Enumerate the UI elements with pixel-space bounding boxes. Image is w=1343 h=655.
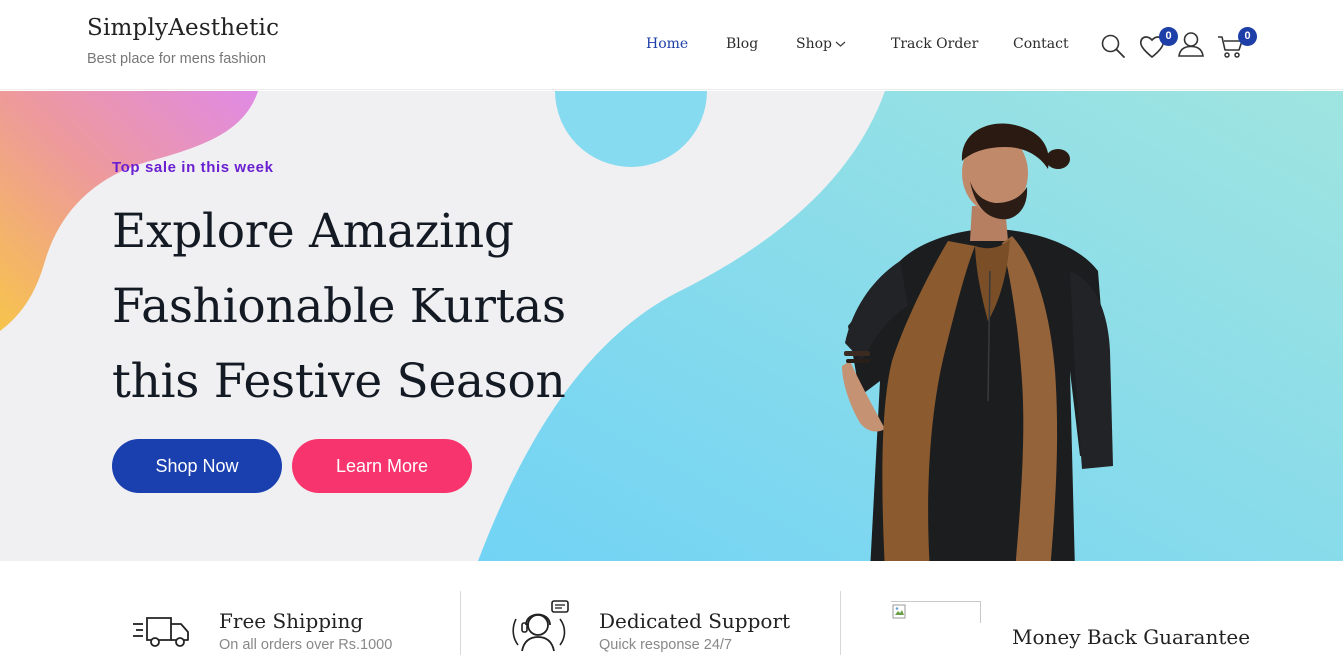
nav-contact[interactable]: Contact	[1013, 36, 1069, 52]
hero-title: Explore Amazing Fashionable Kurtas this …	[112, 194, 672, 419]
shop-now-button[interactable]: Shop Now	[112, 439, 282, 493]
feature-title-shipping: Free Shipping	[219, 609, 364, 633]
broken-image-glyph-icon	[892, 604, 906, 619]
features-strip: Free Shipping On all orders over Rs.1000…	[0, 561, 1343, 655]
wishlist-button[interactable]: 0	[1138, 27, 1178, 60]
broken-image-icon	[891, 601, 981, 623]
cart-button[interactable]: 0	[1217, 27, 1257, 60]
feature-subtitle-shipping: On all orders over Rs.1000	[219, 637, 393, 653]
feature-subtitle-support: Quick response 24/7	[599, 637, 732, 653]
nav-blog[interactable]: Blog	[726, 36, 758, 52]
truck-icon	[133, 617, 189, 647]
brand-name[interactable]: SimplyAesthetic	[87, 15, 279, 41]
feature-title-money-back: Money Back Guarantee	[1012, 625, 1251, 649]
hero-title-line: Fashionable Kurtas	[112, 279, 566, 334]
nav-home[interactable]: Home	[646, 36, 688, 52]
feature-title-support: Dedicated Support	[599, 609, 791, 633]
nav-track-order[interactable]: Track Order	[891, 36, 978, 52]
nav-shop[interactable]: Shop	[796, 36, 846, 52]
chevron-down-icon	[835, 41, 846, 47]
learn-more-button[interactable]: Learn More	[292, 439, 472, 493]
hero-title-line: Explore Amazing	[112, 204, 514, 259]
feature-divider	[840, 591, 841, 655]
hero-kicker: Top sale in this week	[112, 159, 274, 176]
site-header: SimplyAesthetic Best place for mens fash…	[0, 0, 1343, 90]
support-agent-icon	[512, 600, 569, 652]
feature-divider	[460, 591, 461, 655]
brand-tagline: Best place for mens fashion	[87, 51, 266, 67]
hero-model-image	[842, 123, 1113, 561]
wishlist-count-badge: 0	[1159, 27, 1178, 46]
nav-shop-label: Shop	[796, 36, 832, 52]
hero-banner: Top sale in this week Explore Amazing Fa…	[0, 91, 1343, 561]
search-icon[interactable]	[1100, 33, 1126, 59]
cart-count-badge: 0	[1238, 27, 1257, 46]
user-icon[interactable]	[1177, 30, 1205, 58]
hero-title-line: this Festive Season	[112, 354, 566, 409]
